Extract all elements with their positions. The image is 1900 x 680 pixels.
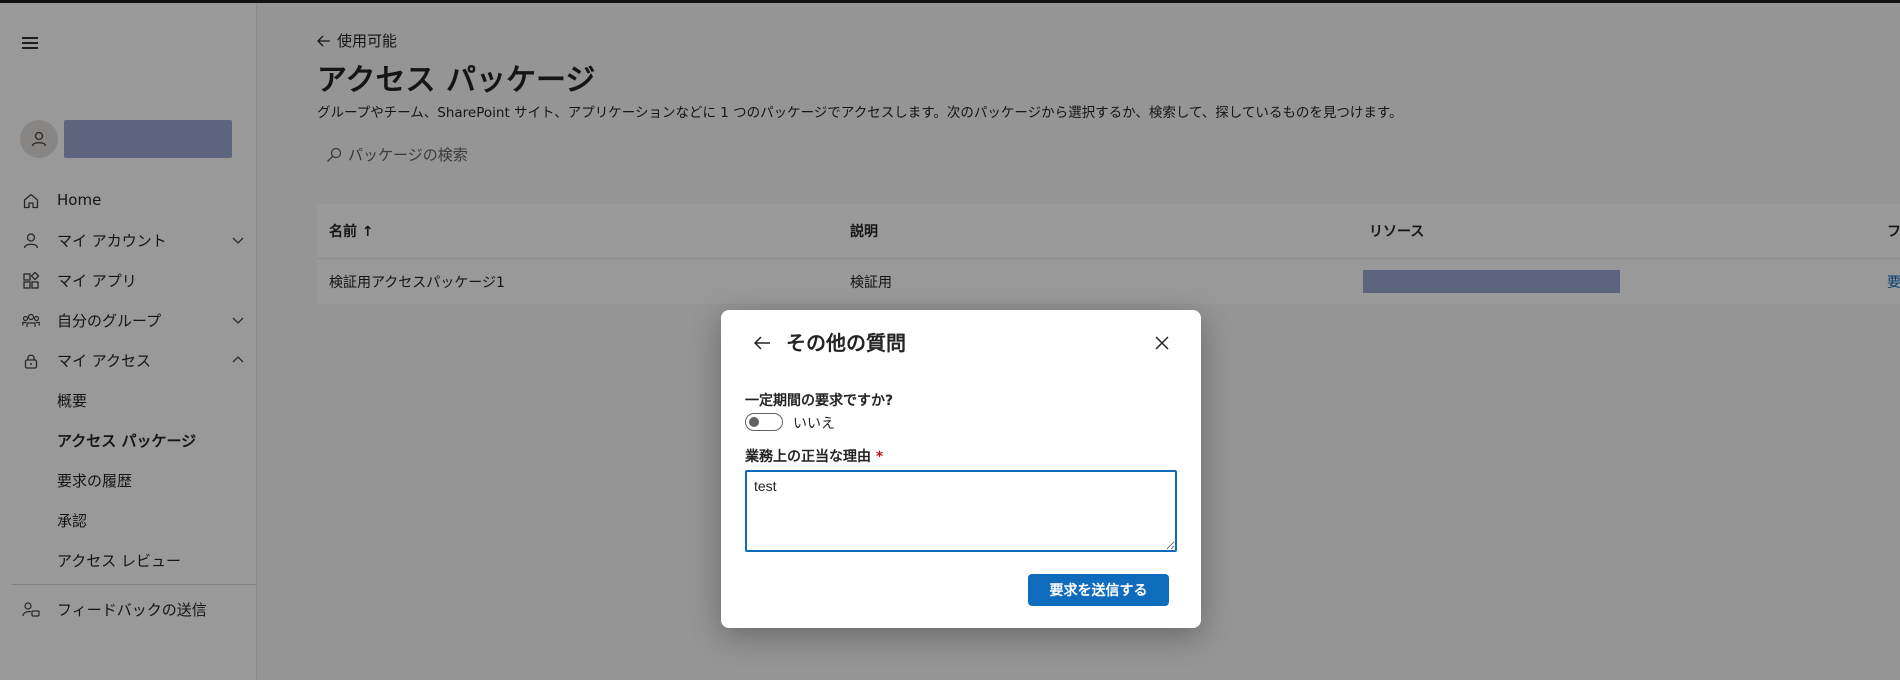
dialog-title: その他の質問 (786, 331, 906, 355)
submit-request-button[interactable]: 要求を送信する (1028, 574, 1169, 606)
arrow-left-icon[interactable] (751, 332, 773, 354)
close-icon[interactable] (1151, 332, 1173, 354)
business-justification-label-text: 業務上の正当な理由 (745, 449, 871, 465)
time-limited-question-label: 一定期間の要求ですか? (745, 393, 894, 409)
business-justification-label: 業務上の正当な理由 * (745, 446, 883, 466)
toggle-knob (749, 417, 759, 427)
additional-questions-dialog: その他の質問 一定期間の要求ですか? いいえ 業務上の正当な理由 * 要求を送信… (721, 310, 1201, 628)
required-marker: * (875, 449, 884, 465)
business-justification-input[interactable] (745, 470, 1177, 552)
toggle-state-label: いいえ (793, 416, 835, 432)
time-limited-toggle[interactable] (745, 413, 783, 431)
